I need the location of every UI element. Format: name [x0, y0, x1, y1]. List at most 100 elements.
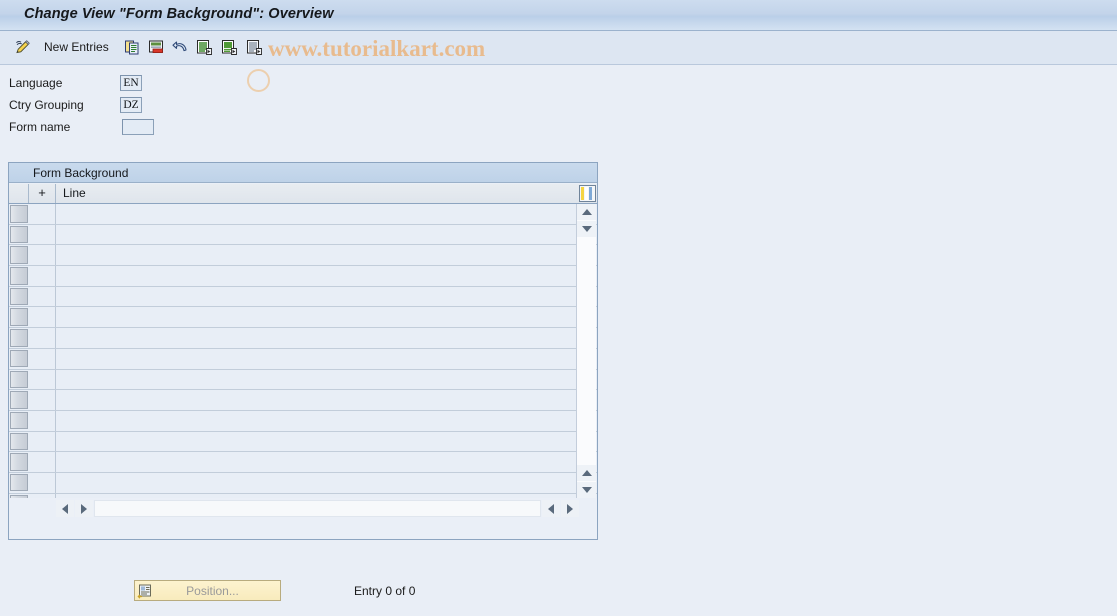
delete-button[interactable] [148, 36, 165, 58]
row-select-button[interactable] [10, 287, 28, 306]
table-row[interactable] [9, 390, 597, 411]
details-button[interactable] [246, 36, 263, 58]
row-select-button[interactable] [10, 391, 28, 409]
table-row[interactable] [9, 369, 597, 391]
row-cell-line[interactable] [56, 307, 575, 327]
table-row[interactable] [9, 452, 597, 473]
column-header-select[interactable] [9, 184, 29, 203]
row-cell-plus[interactable] [29, 266, 56, 286]
row-cell-plus[interactable] [29, 369, 56, 390]
row-select-button[interactable] [10, 453, 28, 471]
scroll-right-button-left[interactable] [75, 500, 93, 517]
position-icon [137, 583, 153, 599]
row-cell-plus[interactable] [29, 493, 56, 498]
row-cell-line[interactable] [56, 204, 575, 224]
table-row[interactable] [9, 431, 597, 453]
copy-button[interactable] [124, 36, 141, 58]
row-cell-plus[interactable] [29, 452, 56, 472]
row-cell-plus[interactable] [29, 472, 56, 493]
row-select-button[interactable] [10, 329, 28, 347]
form-name-input[interactable] [122, 119, 154, 135]
edit-button[interactable] [14, 36, 31, 58]
table-row[interactable] [9, 204, 597, 225]
row-select-button[interactable] [10, 370, 28, 388]
row-cell-line[interactable] [56, 266, 575, 286]
table-row[interactable] [9, 307, 597, 329]
horizontal-scrollbar[interactable] [56, 500, 579, 517]
row-select-button[interactable] [10, 494, 28, 498]
deselect-all-button[interactable] [221, 36, 238, 58]
position-button[interactable]: Position... [134, 580, 281, 601]
scroll-up-button[interactable] [577, 204, 596, 220]
scroll-down-button[interactable] [577, 482, 596, 498]
scroll-right-icon [567, 503, 573, 514]
scroll-left-icon-right [548, 503, 554, 514]
scroll-up-button-bottom[interactable] [577, 465, 596, 481]
row-cell-line[interactable] [56, 411, 575, 431]
pencil-icon [14, 39, 31, 56]
row-cell-line[interactable] [56, 349, 575, 369]
row-cell-plus[interactable] [29, 224, 56, 245]
row-cell-plus[interactable] [29, 204, 56, 224]
row-cell-line[interactable] [56, 370, 575, 390]
scroll-right-button[interactable] [561, 500, 579, 517]
row-cell-line[interactable] [56, 452, 575, 472]
scroll-down-button-top[interactable] [577, 221, 596, 237]
row-cell-line[interactable] [56, 328, 575, 348]
row-cell-line[interactable] [56, 390, 575, 410]
main-toolbar: New Entries [0, 31, 1117, 92]
table-body [9, 204, 597, 498]
row-select-button[interactable] [10, 267, 28, 285]
row-cell-line[interactable] [56, 225, 575, 245]
row-cell-plus[interactable] [29, 390, 56, 410]
row-cell-plus[interactable] [29, 307, 56, 328]
row-select-button[interactable] [10, 205, 28, 223]
row-select-button[interactable] [10, 411, 28, 430]
row-cell-plus[interactable] [29, 431, 56, 452]
row-select-button[interactable] [10, 432, 28, 451]
row-select-button[interactable] [10, 225, 28, 244]
row-select-button[interactable] [10, 473, 28, 492]
vertical-scrollbar[interactable] [576, 204, 596, 498]
header-fields: Language Ctry Grouping Form name [0, 73, 160, 139]
row-cell-plus[interactable] [29, 410, 56, 431]
row-cell-line[interactable] [56, 494, 575, 498]
table-row[interactable] [9, 286, 597, 308]
row-select-button[interactable] [10, 349, 28, 368]
table-row[interactable] [9, 266, 597, 287]
new-entries-button[interactable]: New Entries [44, 36, 109, 58]
row-cell-line[interactable] [56, 245, 575, 265]
language-input[interactable] [120, 75, 142, 91]
undo-icon [172, 39, 189, 56]
ctry-grouping-input[interactable] [120, 97, 142, 113]
column-header-plus[interactable]: + [29, 184, 56, 203]
select-all-button[interactable] [196, 36, 213, 58]
table-row[interactable] [9, 472, 597, 494]
table-row[interactable] [9, 348, 597, 370]
row-cell-plus[interactable] [29, 328, 56, 348]
row-cell-line[interactable] [56, 473, 575, 493]
horizontal-scroll-track[interactable] [94, 500, 541, 517]
table-row[interactable] [9, 224, 597, 246]
row-cell-line[interactable] [56, 432, 575, 452]
select-all-icon [196, 39, 213, 56]
row-cell-plus[interactable] [29, 245, 56, 266]
table-row[interactable] [9, 245, 597, 267]
scroll-left-button-right[interactable] [542, 500, 560, 517]
table-row[interactable] [9, 410, 597, 432]
table-row[interactable] [9, 328, 597, 349]
row-cell-plus[interactable] [29, 348, 56, 369]
table-column-header: + Line [9, 184, 597, 204]
scroll-left-button[interactable] [56, 500, 74, 517]
row-select-button[interactable] [10, 246, 28, 264]
undo-button[interactable] [172, 36, 189, 58]
row-cell-line[interactable] [56, 287, 575, 307]
table-row[interactable] [9, 493, 597, 498]
form-name-label: Form name [9, 120, 71, 134]
table-settings-icon[interactable] [579, 185, 596, 202]
row-cell-plus[interactable] [29, 286, 56, 307]
column-header-line[interactable]: Line [56, 184, 575, 203]
copy-icon [124, 39, 141, 56]
page-title: Change View "Form Background": Overview [24, 6, 334, 22]
row-select-button[interactable] [10, 308, 28, 326]
